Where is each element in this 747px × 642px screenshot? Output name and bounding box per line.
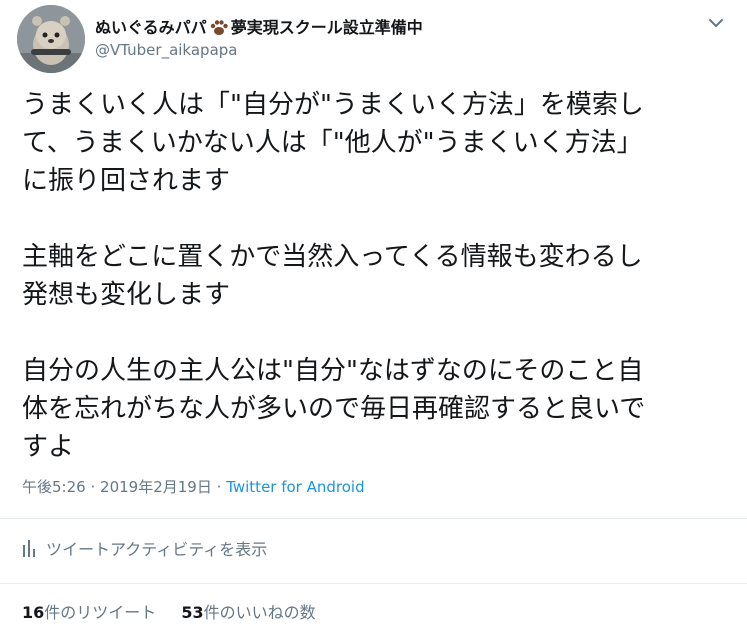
likes-count: 53 bbox=[181, 603, 204, 622]
tweet-stats: 16件のリツイート 53件のいいねの数 bbox=[22, 599, 336, 623]
tweet-paragraph: 自分の人生の主人公は"自分"なはずなのにそのこと自 体を忘れがちな人が多いので毎… bbox=[22, 356, 646, 462]
avatar-image bbox=[17, 5, 85, 73]
likes-label: 件のいいねの数 bbox=[203, 603, 316, 622]
meta-separator: · bbox=[216, 478, 222, 496]
author-name-suffix[interactable]: 夢実現スクール設立準備中 bbox=[231, 18, 423, 37]
retweets-count: 16 bbox=[22, 603, 45, 622]
author-handle[interactable]: @VTuber_aikapapa bbox=[95, 41, 237, 59]
tweet-text: うまくいく人は「"自分が"うまくいく方法」を模索し て、うまくいかない人は「"他… bbox=[22, 86, 732, 466]
chevron-down-icon[interactable] bbox=[708, 17, 724, 29]
tweet-date[interactable]: 2019年2月19日 bbox=[100, 478, 212, 496]
author-display-name[interactable]: ぬいぐるみパパ bbox=[95, 18, 207, 37]
divider bbox=[0, 583, 747, 584]
retweets-stat[interactable]: 16件のリツイート bbox=[22, 599, 156, 623]
tweet-activity-link[interactable]: ツイートアクティビティを表示 bbox=[22, 536, 267, 560]
tweet-meta: 午後5:26 · 2019年2月19日 · Twitter for Androi… bbox=[22, 476, 365, 497]
tweet-paragraph: うまくいく人は「"自分が"うまくいく方法」を模索し て、うまくいかない人は「"他… bbox=[22, 90, 644, 196]
meta-separator: · bbox=[90, 478, 96, 496]
tweet-card: ぬいぐるみパパ 夢実現スクール設立準備中 @VTuber_aikapapa うま… bbox=[0, 0, 747, 642]
author-name-line[interactable]: ぬいぐるみパパ 夢実現スクール設立準備中 bbox=[95, 14, 423, 37]
tweet-time[interactable]: 午後5:26 bbox=[22, 478, 86, 496]
likes-stat[interactable]: 53件のいいねの数 bbox=[181, 599, 315, 623]
tweet-source-link[interactable]: Twitter for Android bbox=[226, 478, 364, 496]
tweet-paragraph: 主軸をどこに置くかで当然入ってくる情報も変わるし 発想も変化します bbox=[22, 242, 643, 310]
analytics-bar-icon bbox=[23, 540, 35, 557]
tweet-activity-label[interactable]: ツイートアクティビティを表示 bbox=[46, 536, 267, 560]
paw-icon bbox=[209, 18, 229, 40]
retweets-label: 件のリツイート bbox=[44, 603, 157, 622]
divider bbox=[0, 518, 747, 519]
avatar[interactable] bbox=[17, 5, 85, 73]
